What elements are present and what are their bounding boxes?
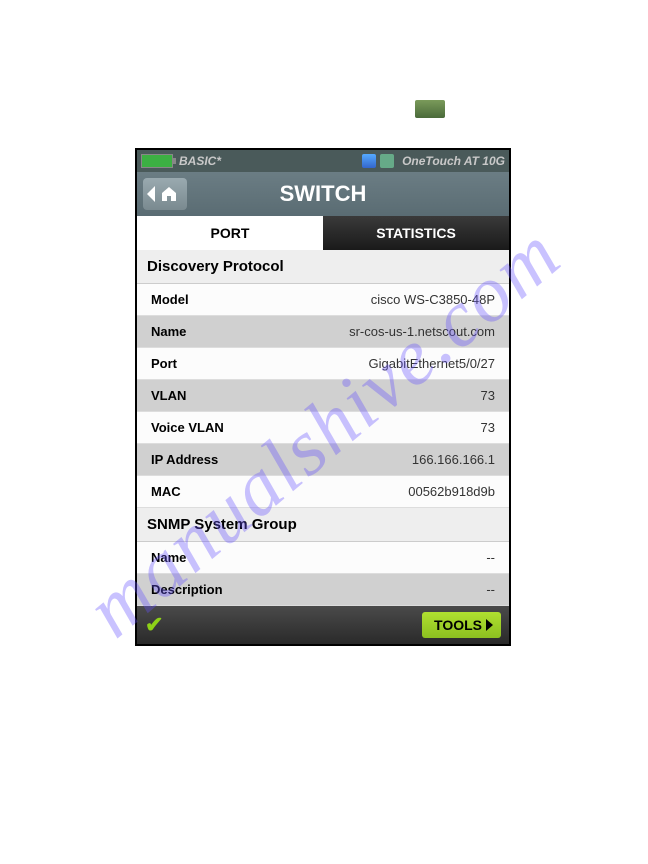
row-value: -- [486,582,495,597]
link-icon [362,154,376,168]
tools-button[interactable]: TOOLS [422,612,501,638]
row-label: MAC [151,484,408,499]
content-area: Discovery Protocol Model cisco WS-C3850-… [137,250,509,606]
row-label: Name [151,550,486,565]
row-value: -- [486,550,495,565]
checkmark-icon: ✔ [145,612,163,638]
row-value: 73 [481,420,495,435]
page-title: SWITCH [280,181,367,207]
tools-label: TOOLS [434,617,482,633]
row-value: 00562b918d9b [408,484,495,499]
row-label: Model [151,292,371,307]
row-label: Name [151,324,349,339]
row-port: Port GigabitEthernet5/0/27 [137,348,509,380]
home-icon [160,186,178,202]
row-snmp-name: Name -- [137,542,509,574]
battery-icon [141,154,173,168]
row-snmp-description: Description -- [137,574,509,606]
row-value: 166.166.166.1 [412,452,495,467]
section-discovery-header: Discovery Protocol [137,250,509,284]
row-ip-address: IP Address 166.166.166.1 [137,444,509,476]
row-vlan: VLAN 73 [137,380,509,412]
row-label: Description [151,582,486,597]
status-icons [362,154,394,168]
tab-port[interactable]: PORT [137,216,323,250]
device-thumbnail-icon [415,100,445,118]
device-name: OneTouch AT 10G [402,154,505,168]
cloud-icon [380,154,394,168]
row-label: Port [151,356,369,371]
row-name: Name sr-cos-us-1.netscout.com [137,316,509,348]
device-screen: BASIC* OneTouch AT 10G SWITCH PORT STATI… [135,148,511,646]
row-value: sr-cos-us-1.netscout.com [349,324,495,339]
home-button[interactable] [143,178,187,210]
row-value: cisco WS-C3850-48P [371,292,495,307]
status-bar: BASIC* OneTouch AT 10G [137,150,509,172]
row-label: Voice VLAN [151,420,481,435]
section-snmp-header: SNMP System Group [137,508,509,542]
footer-bar: ✔ TOOLS [137,606,509,644]
row-label: IP Address [151,452,412,467]
title-bar: SWITCH [137,172,509,216]
row-label: VLAN [151,388,481,403]
profile-label: BASIC* [179,154,362,168]
row-value: GigabitEthernet5/0/27 [369,356,495,371]
row-model: Model cisco WS-C3850-48P [137,284,509,316]
row-mac: MAC 00562b918d9b [137,476,509,508]
row-value: 73 [481,388,495,403]
row-voice-vlan: Voice VLAN 73 [137,412,509,444]
tabs: PORT STATISTICS [137,216,509,250]
tab-statistics[interactable]: STATISTICS [323,216,509,250]
